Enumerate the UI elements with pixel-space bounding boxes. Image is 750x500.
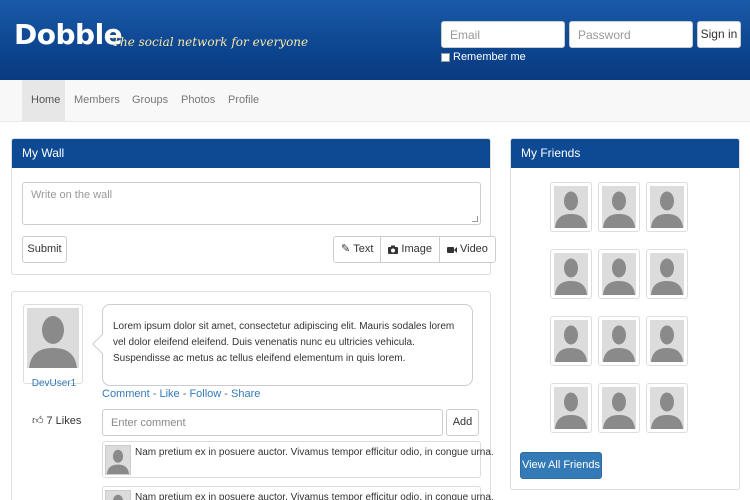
- signin-button[interactable]: Sign in: [697, 21, 741, 48]
- user-silhouette-icon: [650, 186, 684, 228]
- remember-me[interactable]: Remember me: [441, 51, 526, 63]
- friends-panel-title: My Friends: [511, 139, 739, 168]
- follow-link[interactable]: Follow: [189, 388, 221, 400]
- post-likes-count: 7 Likes: [46, 414, 82, 427]
- wall-panel-title: My Wall: [12, 139, 490, 168]
- friend-thumbnail[interactable]: [646, 249, 688, 299]
- friend-thumbnail[interactable]: [598, 182, 640, 232]
- comment-text: Nam pretium ex in posuere auctor. Vivamu…: [135, 447, 494, 458]
- nav-item-profile[interactable]: Profile: [219, 80, 268, 121]
- text-post-label: Text: [353, 243, 374, 255]
- friend-thumbnail[interactable]: [646, 316, 688, 366]
- site-header: Dobble The social network for everyone S…: [0, 0, 750, 80]
- nav-item-groups[interactable]: Groups: [123, 80, 177, 121]
- user-silhouette-icon: [650, 253, 684, 295]
- remember-me-checkbox[interactable]: [441, 52, 450, 62]
- friend-thumbnail[interactable]: [598, 249, 640, 299]
- password-input[interactable]: [569, 21, 693, 48]
- post-type-button-group: ✎ Text Image Video: [333, 236, 496, 263]
- commenter-avatar-icon[interactable]: [105, 445, 131, 475]
- friend-thumbnail[interactable]: [646, 383, 688, 433]
- friend-thumbnail[interactable]: [646, 182, 688, 232]
- site-tagline: The social network for everyone: [112, 35, 309, 49]
- video-post-button[interactable]: Video: [438, 237, 495, 262]
- friend-thumbnail[interactable]: [598, 383, 640, 433]
- thumbs-up-icon: 👍︎: [32, 415, 44, 427]
- wall-panel: My Wall Write on the wall Submit ✎ Text …: [11, 138, 496, 275]
- user-silhouette-icon: [554, 186, 588, 228]
- post-author-avatar[interactable]: DevUser1: [23, 304, 83, 389]
- like-link[interactable]: Like: [159, 388, 179, 400]
- submit-button[interactable]: Submit: [22, 236, 67, 263]
- resize-grip-icon[interactable]: [472, 216, 478, 222]
- user-silhouette-icon: [650, 320, 684, 362]
- user-silhouette-icon: [602, 253, 636, 295]
- comment-input[interactable]: [102, 409, 443, 436]
- wall-post: DevUser1 👍︎ 7 Likes Lorem ipsum dolor si…: [11, 291, 494, 500]
- user-silhouette-icon: [602, 387, 636, 429]
- user-silhouette-icon: [554, 320, 588, 362]
- friends-panel: My Friends View All Friends: [510, 138, 740, 490]
- pencil-icon: ✎: [341, 243, 351, 255]
- image-post-button[interactable]: Image: [380, 237, 439, 262]
- speech-bubble-arrow: [92, 334, 112, 354]
- nav-item-members[interactable]: Members: [65, 80, 129, 121]
- main-navbar: Home Members Groups Photos Profile: [0, 80, 750, 122]
- camera-icon: [388, 245, 399, 254]
- share-link[interactable]: Share: [231, 388, 260, 400]
- comment-link[interactable]: Comment: [102, 388, 150, 400]
- friend-thumbnail[interactable]: [550, 316, 592, 366]
- remember-me-label: Remember me: [453, 51, 526, 63]
- video-camera-icon: [446, 246, 457, 253]
- friend-thumbnail[interactable]: [598, 316, 640, 366]
- friend-thumbnail[interactable]: [550, 383, 592, 433]
- view-all-friends-button[interactable]: View All Friends: [520, 452, 602, 479]
- user-silhouette-icon: [554, 387, 588, 429]
- user-silhouette-icon: [602, 186, 636, 228]
- post-likes[interactable]: 👍︎ 7 Likes: [32, 414, 82, 428]
- user-silhouette-icon: [27, 308, 79, 368]
- post-body: Lorem ipsum dolor sit amet, consectetur …: [92, 304, 473, 386]
- comment-text: Nam pretium ex in posuere auctor. Vivamu…: [135, 492, 494, 500]
- image-post-label: Image: [401, 243, 432, 255]
- user-silhouette-icon: [602, 320, 636, 362]
- post-text: Lorem ipsum dolor sit amet, consectetur …: [113, 321, 455, 364]
- email-input[interactable]: [441, 21, 565, 48]
- add-comment-button[interactable]: Add: [446, 409, 479, 436]
- nav-item-home[interactable]: Home: [22, 80, 65, 121]
- text-post-button[interactable]: ✎ Text: [334, 237, 381, 262]
- user-silhouette-icon: [650, 387, 684, 429]
- friend-thumbnail[interactable]: [550, 182, 592, 232]
- site-logo[interactable]: Dobble: [14, 18, 123, 51]
- post-actions: Comment - Like - Follow - Share: [102, 388, 261, 400]
- wall-textarea[interactable]: Write on the wall: [22, 182, 481, 225]
- wall-textarea-placeholder: Write on the wall: [31, 189, 113, 201]
- nav-item-photos[interactable]: Photos: [172, 80, 224, 121]
- post-author-name[interactable]: DevUser1: [24, 378, 84, 389]
- video-post-label: Video: [459, 243, 488, 255]
- commenter-avatar-icon[interactable]: [105, 490, 131, 500]
- comment-item: Nam pretium ex in posuere auctor. Vivamu…: [102, 486, 494, 500]
- friend-thumbnail[interactable]: [550, 249, 592, 299]
- user-silhouette-icon: [554, 253, 588, 295]
- comment-item: Nam pretium ex in posuere auctor. Vivamu…: [102, 441, 494, 478]
